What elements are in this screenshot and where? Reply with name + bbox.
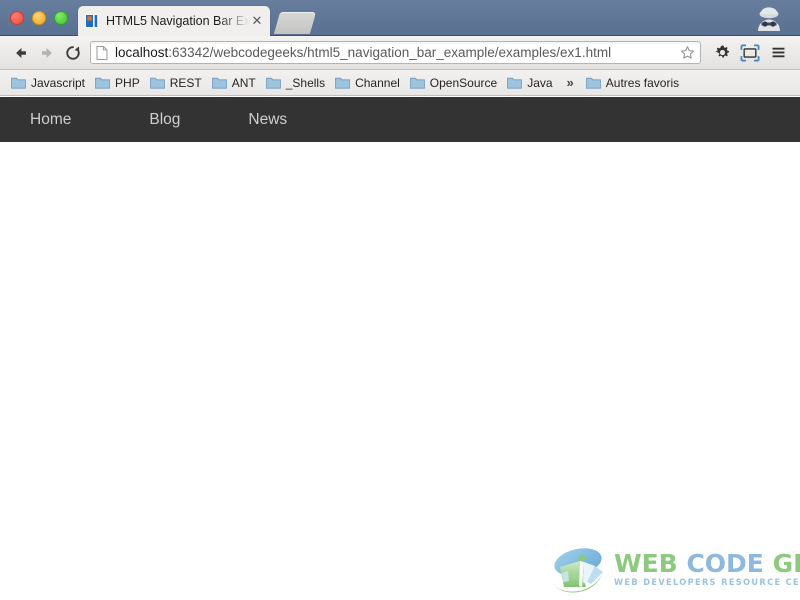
bookmark-java[interactable]: Java — [503, 73, 558, 93]
nav-link-news[interactable]: News — [248, 111, 287, 129]
folder-icon — [507, 76, 523, 89]
bookmark-javascript[interactable]: Javascript — [7, 73, 91, 93]
bookmark-label: PHP — [115, 75, 140, 90]
logo-title: WEB CODE GEEKS — [614, 549, 800, 578]
bookmark-label: REST — [169, 75, 202, 90]
favicon-icon — [84, 13, 100, 29]
logo-text-block: WEB CODE GEEKS WEB DEVELOPERS RESOURCE C… — [614, 551, 800, 589]
folder-icon — [335, 76, 350, 89]
bookmark-opensource[interactable]: OpenSource — [406, 73, 503, 93]
folder-icon — [211, 76, 227, 89]
close-tab-icon[interactable]: ✕ — [250, 14, 264, 28]
folder-icon — [11, 76, 26, 89]
browser-tab[interactable]: HTML5 Navigation Bar Exa ✕ — [78, 6, 270, 36]
back-button[interactable] — [8, 40, 34, 66]
logo-word-web: WEB — [614, 549, 678, 578]
document-icon — [96, 45, 108, 60]
bookmarks-bar: Javascript PHP REST ANT _Shells Channel … — [0, 70, 800, 96]
url-host: localhost — [115, 44, 169, 60]
bookmark-php[interactable]: PHP — [91, 73, 146, 93]
nav-link-home[interactable]: Home — [30, 111, 71, 129]
minimize-window-button[interactable] — [32, 11, 46, 25]
url-text: localhost:63342/webcodegeeks/html5_navig… — [115, 45, 680, 61]
folder-icon — [409, 76, 425, 89]
bookmark-rest[interactable]: REST — [146, 73, 208, 93]
hamburger-menu-icon[interactable] — [764, 40, 792, 66]
bookmark-label: Channel — [355, 75, 400, 90]
window-controls — [10, 11, 68, 25]
maximize-window-button[interactable] — [54, 11, 68, 25]
browser-toolbar: localhost:63342/webcodegeeks/html5_navig… — [0, 36, 800, 70]
logo-word-geeks: GEEKS — [772, 549, 800, 578]
gear-icon[interactable] — [708, 40, 736, 66]
bookmark-channel[interactable]: Channel — [331, 73, 406, 93]
globe-chart-logo-mark-icon — [540, 545, 612, 595]
address-bar[interactable]: localhost:63342/webcodegeeks/html5_navig… — [90, 41, 701, 64]
bookmark-label: Java — [527, 75, 553, 90]
bookmark-shells[interactable]: _Shells — [262, 73, 331, 93]
other-bookmarks-label: Autres favoris — [605, 75, 680, 90]
forward-button[interactable] — [34, 40, 60, 66]
reload-button[interactable] — [60, 40, 86, 66]
incognito-person-icon[interactable] — [752, 2, 786, 36]
web-code-geeks-logo: WEB CODE GEEKS WEB DEVELOPERS RESOURCE C… — [540, 544, 800, 596]
page-viewport: Home Blog News WEB CODE G WEB DEVELOPERS… — [0, 97, 800, 600]
nav-link-blog[interactable]: Blog — [149, 111, 180, 129]
other-bookmarks-folder[interactable]: Autres favoris — [582, 73, 685, 93]
bookmark-star-icon[interactable] — [680, 45, 695, 60]
tab-title: HTML5 Navigation Bar Exa — [106, 14, 250, 28]
bookmark-label: ANT — [231, 75, 256, 90]
bookmarks-overflow-button[interactable]: » — [559, 75, 582, 90]
page-content-area: WEB CODE GEEKS WEB DEVELOPERS RESOURCE C… — [0, 142, 800, 600]
screen-capture-icon[interactable] — [736, 40, 764, 66]
folder-icon — [149, 76, 165, 89]
bookmark-label: _Shells — [285, 75, 326, 90]
folder-icon — [585, 76, 601, 89]
new-tab-button[interactable] — [273, 12, 317, 34]
bookmark-ant[interactable]: ANT — [208, 73, 262, 93]
bookmark-label: Javascript — [31, 75, 86, 90]
url-path: :63342/webcodegeeks/html5_navigation_bar… — [168, 44, 612, 60]
browser-window: HTML5 Navigation Bar Exa ✕ localhost:633… — [0, 0, 800, 600]
site-navigation-bar: Home Blog News — [0, 97, 800, 142]
folder-icon — [265, 76, 281, 89]
logo-word-code: CODE — [686, 549, 764, 578]
folder-icon — [95, 76, 110, 89]
bookmark-label: OpenSource — [429, 75, 498, 90]
close-window-button[interactable] — [10, 11, 24, 25]
tab-strip: HTML5 Navigation Bar Exa ✕ — [0, 0, 800, 36]
logo-tagline: WEB DEVELOPERS RESOURCE CENTER — [614, 578, 800, 588]
